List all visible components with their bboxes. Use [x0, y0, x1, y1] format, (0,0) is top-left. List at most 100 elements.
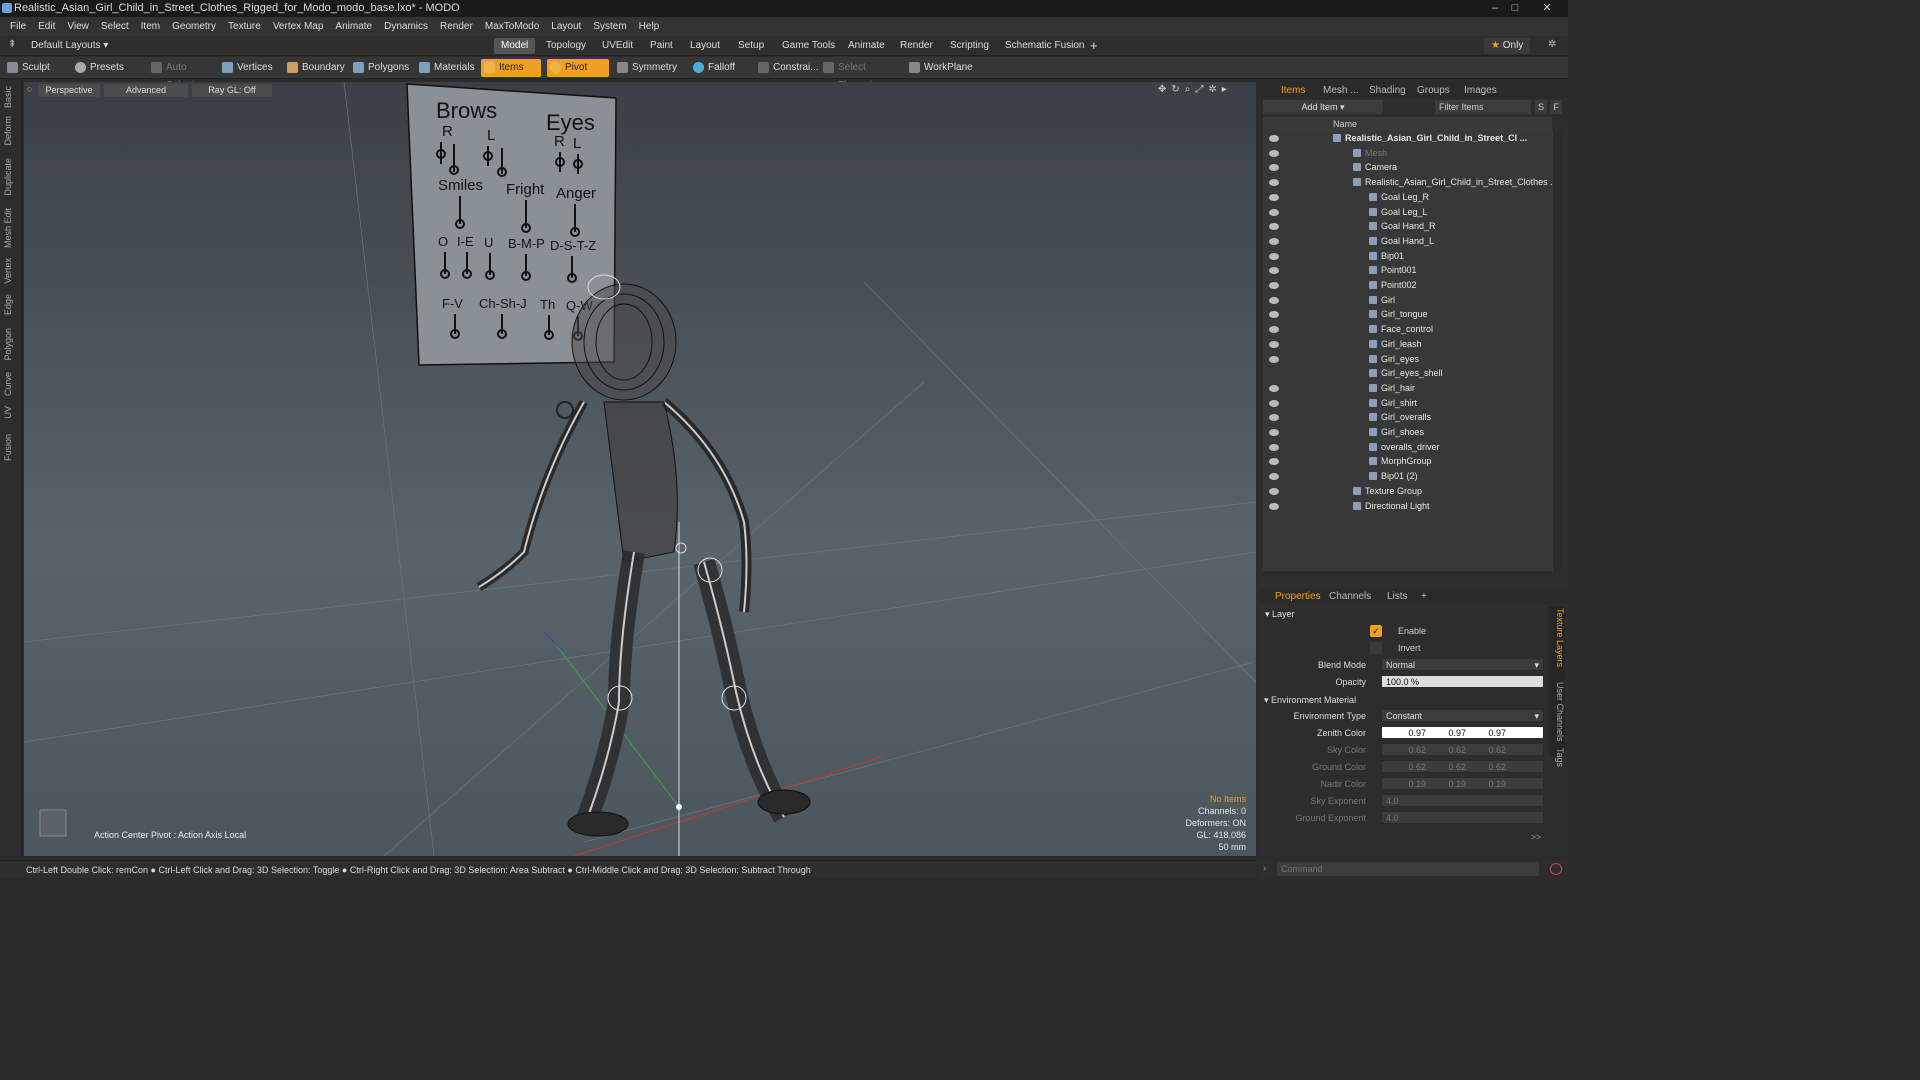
menu-help[interactable]: Help [633, 21, 666, 32]
tree-row[interactable]: Camera [1263, 160, 1555, 175]
tab-model[interactable]: Model [494, 38, 536, 54]
tab-paint[interactable]: Paint [643, 38, 680, 54]
f-button[interactable]: F [1550, 100, 1562, 114]
tree-row[interactable]: Realistic_Asian_Girl_Child_in_Street_Cl … [1263, 131, 1555, 146]
tab-duplicate[interactable]: Duplicate [3, 158, 17, 196]
tree-row[interactable]: Goal Hand_L [1263, 234, 1555, 249]
pivot-button[interactable]: Pivot [547, 59, 609, 77]
tab-schematic-fusion[interactable]: Schematic Fusion [998, 38, 1091, 54]
tab-vertex[interactable]: Vertex [3, 258, 17, 284]
tab-groups[interactable]: Groups [1417, 84, 1450, 98]
tab-properties[interactable]: Properties [1275, 590, 1321, 604]
command-input[interactable] [1277, 862, 1539, 876]
visibility-eye-icon[interactable] [1269, 429, 1279, 436]
layout-select[interactable]: Default Layouts ▾ [24, 38, 115, 54]
add-tab-button[interactable]: + [1083, 38, 1105, 54]
name-column-header[interactable]: Name [1333, 117, 1357, 131]
tab-edge[interactable]: Edge [3, 294, 17, 315]
tree-row[interactable]: Girl_shoes [1263, 425, 1555, 440]
items-button[interactable]: Items [481, 59, 541, 77]
menu-layout[interactable]: Layout [545, 21, 587, 32]
auto-select-button[interactable]: Auto Select [148, 59, 216, 91]
menu-view[interactable]: View [61, 21, 95, 32]
more-button[interactable]: >> [1528, 832, 1544, 844]
env-type-select[interactable]: Constant ▾ [1381, 709, 1544, 722]
tree-row[interactable]: Mesh [1263, 146, 1555, 161]
visibility-eye-icon[interactable] [1269, 208, 1279, 216]
materials-button[interactable]: Materials [416, 59, 476, 77]
items-scrollbar[interactable] [1553, 131, 1563, 571]
filter-items-input[interactable]: Filter Items [1435, 100, 1531, 114]
record-icon[interactable] [1550, 863, 1562, 875]
sky-r[interactable]: 0.62 [1386, 744, 1426, 756]
tree-row[interactable]: Girl_hair [1263, 381, 1555, 396]
tab-curve[interactable]: Curve [3, 372, 17, 396]
tab-scripting[interactable]: Scripting [943, 38, 996, 54]
zenith-g[interactable]: 0.97 [1426, 727, 1466, 739]
visibility-eye-icon[interactable] [1269, 193, 1279, 201]
tree-row[interactable]: Directional Light [1263, 499, 1555, 514]
menu-animate[interactable]: Animate [329, 21, 378, 32]
visibility-eye-icon[interactable] [1269, 164, 1279, 172]
select-through-button[interactable]: Select Through [820, 59, 902, 91]
visibility-eye-icon[interactable] [1269, 458, 1279, 466]
visibility-eye-icon[interactable] [1269, 135, 1279, 142]
constrain-button[interactable]: Constrai... [755, 59, 819, 77]
tab-fusion[interactable]: Fusion [3, 434, 17, 461]
visibility-eye-icon[interactable] [1269, 282, 1279, 289]
menu-maxtomodo[interactable]: MaxToModo [479, 21, 545, 32]
ground-g[interactable]: 0.62 [1426, 761, 1466, 773]
nadir-r[interactable]: 0.19 [1386, 778, 1426, 790]
menu-render[interactable]: Render [434, 21, 479, 32]
section-environment[interactable]: ▾ Environment Material [1264, 695, 1356, 706]
menu-system[interactable]: System [587, 21, 632, 32]
tab-shading[interactable]: Shading [1369, 84, 1406, 98]
ground-r[interactable]: 0.62 [1386, 761, 1426, 773]
maximize-button[interactable]: □ [1506, 1, 1524, 15]
visibility-eye-icon[interactable] [1269, 149, 1279, 157]
close-button[interactable]: ✕ [1538, 1, 1556, 15]
tab-lists[interactable]: Lists [1387, 590, 1408, 604]
visibility-eye-icon[interactable] [1269, 267, 1279, 275]
visibility-eye-icon[interactable] [1269, 487, 1279, 495]
zenith-r[interactable]: 0.97 [1386, 727, 1426, 739]
sculpt-button[interactable]: Sculpt [4, 59, 64, 77]
tree-row[interactable]: Point002 [1263, 278, 1555, 293]
menu-item[interactable]: Item [135, 21, 166, 32]
tab-deform[interactable]: Deform [3, 116, 17, 146]
visibility-eye-icon[interactable] [1269, 296, 1279, 304]
tree-row[interactable]: Girl_eyes [1263, 352, 1555, 367]
tab-setup[interactable]: Setup [731, 38, 771, 54]
visibility-eye-icon[interactable] [1269, 326, 1279, 334]
tree-row[interactable]: Texture Group [1263, 484, 1555, 499]
boundary-button[interactable]: Boundary [284, 59, 346, 77]
tree-row[interactable]: Goal Leg_R [1263, 190, 1555, 205]
vertices-button[interactable]: Vertices [219, 59, 281, 77]
section-layer[interactable]: ▾ Layer [1265, 609, 1295, 620]
tab-uvedit[interactable]: UVEdit [595, 38, 640, 54]
visibility-eye-icon[interactable] [1269, 384, 1279, 392]
tree-row[interactable]: overalls_driver [1263, 440, 1555, 455]
menu-file[interactable]: File [4, 21, 32, 32]
tree-row[interactable]: Face_control [1263, 322, 1555, 337]
tab-render[interactable]: Render [893, 38, 940, 54]
tree-row[interactable]: Girl_leash [1263, 337, 1555, 352]
tab-texture-layers[interactable]: Texture Layers [1551, 608, 1565, 667]
menu-dynamics[interactable]: Dynamics [378, 21, 434, 32]
tab-animate[interactable]: Animate [841, 38, 892, 54]
visibility-eye-icon[interactable] [1269, 311, 1279, 319]
s-button[interactable]: S [1535, 100, 1547, 114]
sky-b[interactable]: 0.62 [1466, 744, 1506, 756]
falloff-button[interactable]: Falloff [690, 59, 750, 77]
visibility-eye-icon[interactable] [1269, 223, 1279, 231]
visibility-eye-icon[interactable] [1269, 340, 1279, 348]
gear-icon[interactable]: ✲ [1548, 39, 1556, 50]
ground-color-field[interactable]: 0.62 0.62 0.62 [1381, 760, 1544, 773]
tab-tags[interactable]: Tags [1551, 748, 1565, 767]
visibility-eye-icon[interactable] [1269, 414, 1279, 422]
3d-viewport[interactable]: ○ Perspective Advanced Ray GL: Off ✥ ↻ ⌕… [24, 82, 1256, 856]
tab-user-channels[interactable]: User Channels [1551, 682, 1565, 742]
visibility-eye-icon[interactable] [1269, 473, 1279, 481]
tree-row[interactable]: Girl_tongue [1263, 307, 1555, 322]
visibility-eye-icon[interactable] [1269, 252, 1279, 260]
